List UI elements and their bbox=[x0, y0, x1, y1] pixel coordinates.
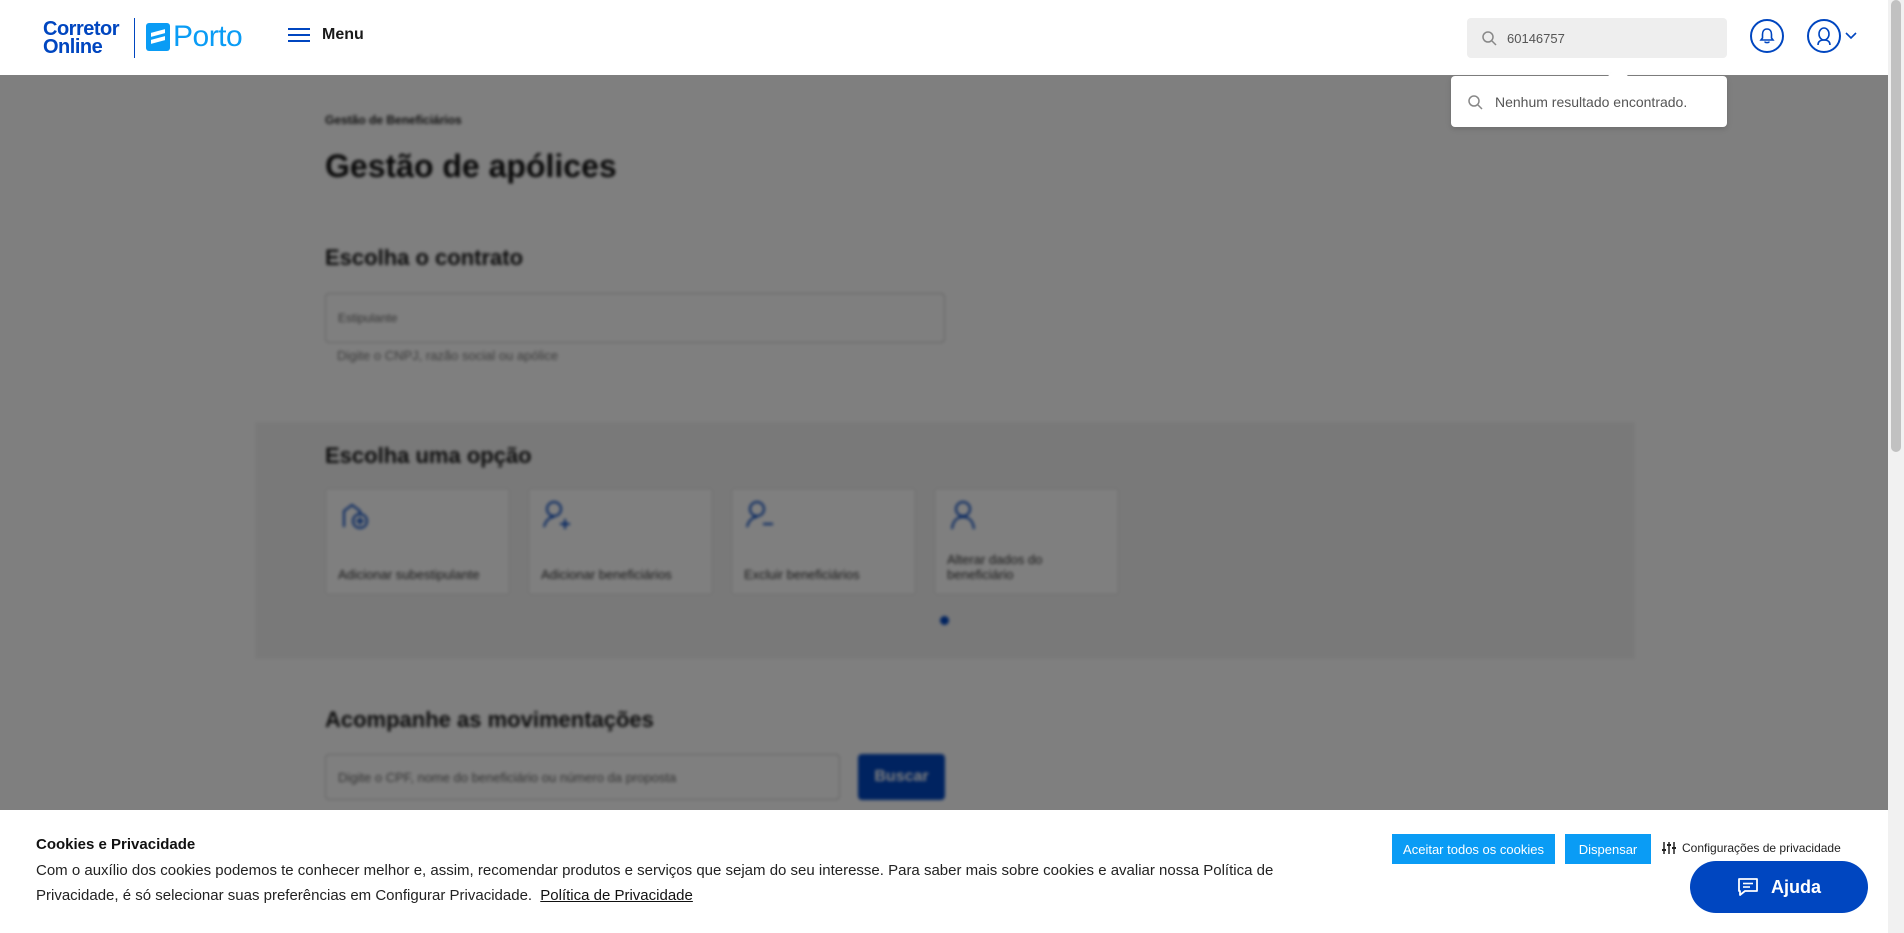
cookie-banner: Cookies e Privacidade Com o auxílio dos … bbox=[0, 810, 1888, 933]
search-icon bbox=[1468, 94, 1483, 110]
hamburger-icon bbox=[288, 28, 310, 42]
porto-logo-text: Porto bbox=[173, 20, 243, 53]
dismiss-cookies-button[interactable]: Dispensar bbox=[1565, 834, 1651, 864]
sliders-icon bbox=[1662, 842, 1676, 854]
search-icon bbox=[1482, 31, 1497, 46]
logo-divider bbox=[134, 18, 135, 58]
chat-icon bbox=[1738, 878, 1758, 896]
page-scrollbar[interactable] bbox=[1888, 0, 1904, 933]
search-box[interactable] bbox=[1467, 18, 1727, 58]
search-results-dropdown: Nenhum resultado encontrado. bbox=[1451, 76, 1727, 127]
privacy-settings-button[interactable]: Configurações de privacidade bbox=[1662, 841, 1841, 855]
user-avatar bbox=[1807, 19, 1841, 53]
privacy-policy-link[interactable]: Política de Privacidade bbox=[540, 887, 693, 904]
top-header: Corretor Online Porto Menu bbox=[0, 0, 1888, 75]
cookie-text: Com o auxílio dos cookies podemos te con… bbox=[36, 858, 1356, 908]
logo-line-2: Online bbox=[43, 36, 103, 58]
accept-cookies-button[interactable]: Aceitar todos os cookies bbox=[1392, 834, 1555, 864]
cookie-title: Cookies e Privacidade bbox=[36, 836, 196, 853]
privacy-settings-label: Configurações de privacidade bbox=[1682, 841, 1841, 855]
user-icon bbox=[1817, 27, 1831, 46]
porto-logo[interactable]: Porto bbox=[146, 20, 243, 54]
user-menu-button[interactable] bbox=[1807, 19, 1857, 53]
chevron-down-icon bbox=[1845, 32, 1857, 40]
no-results-text: Nenhum resultado encontrado. bbox=[1495, 93, 1688, 110]
help-button[interactable]: Ajuda bbox=[1690, 861, 1868, 913]
bell-icon bbox=[1759, 28, 1775, 44]
porto-logo-mark-icon bbox=[146, 23, 170, 51]
help-label: Ajuda bbox=[1770, 876, 1821, 897]
menu-label: Menu bbox=[322, 26, 364, 43]
modal-overlay[interactable] bbox=[0, 75, 1888, 933]
scrollbar-thumb[interactable] bbox=[1891, 0, 1901, 452]
search-input[interactable] bbox=[1507, 30, 1707, 46]
notifications-button[interactable] bbox=[1750, 19, 1784, 53]
corretor-online-logo[interactable]: Corretor Online bbox=[43, 19, 120, 58]
menu-button[interactable]: Menu bbox=[288, 26, 364, 44]
